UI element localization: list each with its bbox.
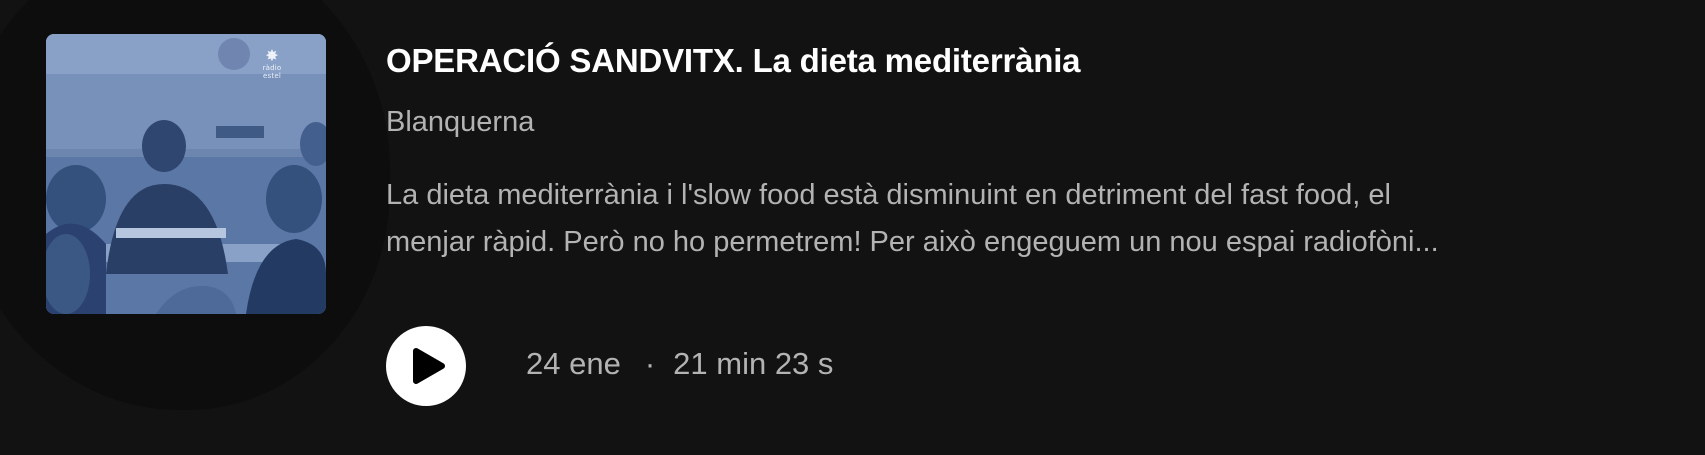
star-burst-icon: ✸ <box>265 46 279 65</box>
episode-cover-image[interactable]: ✸ ràdio estel <box>46 34 326 314</box>
episode-duration: 21 min 23 s <box>673 346 834 381</box>
episode-date: 24 ene <box>526 346 621 381</box>
episode-row[interactable]: ✸ ràdio estel OPERACIÓ SANDVITX. La diet… <box>0 0 1705 455</box>
description-line: menjar ràpid. Però no ho permetrem! Per … <box>386 226 1439 258</box>
episode-publisher[interactable]: Blanquerna <box>386 106 534 139</box>
episode-description: La dieta mediterrània i l'slow food està… <box>386 172 1646 266</box>
radio-estel-logo: ✸ ràdio estel <box>258 46 286 81</box>
logo-text-line-2: estel <box>263 72 281 80</box>
play-icon <box>413 348 445 384</box>
episode-metadata: 24 ene · 21 min 23 s <box>526 346 833 382</box>
logo-text-line-1: ràdio <box>262 64 282 72</box>
episode-title[interactable]: OPERACIÓ SANDVITX. La dieta mediterrània <box>386 42 1081 80</box>
meta-separator: · <box>644 346 656 381</box>
play-button[interactable] <box>386 326 466 406</box>
description-line: La dieta mediterrània i l'slow food està… <box>386 179 1391 211</box>
